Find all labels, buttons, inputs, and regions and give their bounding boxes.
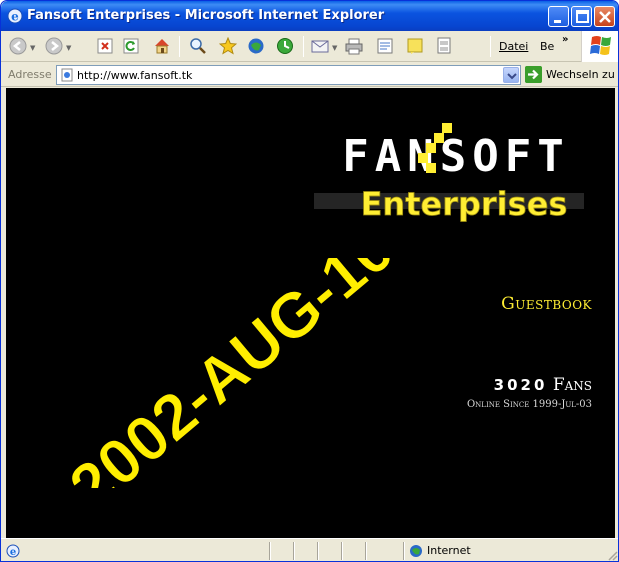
media-icon[interactable] [247, 37, 265, 55]
home-icon[interactable] [153, 37, 171, 55]
fans-count: 3020 [493, 376, 548, 394]
back-dropdown-icon[interactable]: ▼ [30, 44, 35, 52]
date-stamp-text: 2002-AUG-10 [56, 258, 407, 488]
fans-label: Fans [552, 375, 592, 395]
mail-icon[interactable] [311, 37, 329, 55]
status-separator [269, 542, 271, 560]
logo-bottom-text: Enterprises [361, 185, 568, 223]
maximize-button[interactable] [571, 6, 592, 27]
search-icon[interactable] [189, 37, 207, 55]
ie-logo-icon: e [7, 8, 23, 24]
toolbar-separator [490, 36, 491, 57]
back-icon[interactable] [9, 37, 27, 55]
windows-flag-icon [590, 36, 611, 55]
browser-window: e Fansoft Enterprises - Microsoft Intern… [0, 0, 619, 562]
logo-top-text: FANSOFT [342, 131, 569, 182]
close-button[interactable] [594, 6, 615, 27]
fans-counter: 3020 Fans [436, 375, 592, 395]
favorites-icon[interactable] [219, 37, 237, 55]
address-bar: Adresse Wechseln zu [1, 63, 618, 87]
print-icon[interactable] [345, 37, 363, 55]
fansoft-logo[interactable]: FANSOFT Enterprises [314, 118, 599, 228]
toolbar: ▼ ▼ ▼ Datei Be » [1, 31, 618, 62]
toolbar-separator [303, 36, 304, 57]
title-bar[interactable]: e Fansoft Enterprises - Microsoft Intern… [1, 1, 618, 31]
page-icon [61, 68, 73, 82]
go-button[interactable]: Wechseln zu [525, 65, 618, 85]
online-since: Online Since 1999-Jul-03 [466, 399, 592, 410]
maximize-icon [576, 10, 589, 23]
window-title: Fansoft Enterprises - Microsoft Internet… [27, 8, 385, 23]
history-icon[interactable] [276, 37, 294, 55]
menu-file[interactable]: Datei [499, 40, 528, 53]
status-separator [365, 542, 367, 560]
svg-text:e: e [10, 547, 16, 558]
refresh-icon[interactable] [122, 37, 140, 55]
security-zone-label: Internet [427, 544, 471, 557]
toolbar-separator [179, 36, 180, 57]
mail-dropdown-icon[interactable]: ▼ [332, 44, 337, 52]
svg-text:e: e [11, 10, 19, 24]
page-status-icon: e [6, 544, 20, 558]
status-separator [317, 542, 319, 560]
minimize-button[interactable] [548, 6, 569, 27]
status-separator [403, 542, 405, 560]
discuss-icon[interactable] [406, 37, 424, 55]
menu-edit[interactable]: Be [540, 40, 554, 53]
menu-overflow-chevron[interactable]: » [562, 34, 568, 45]
resize-grip-icon[interactable] [606, 549, 618, 561]
address-label: Adresse [8, 68, 52, 81]
status-separator [341, 542, 343, 560]
address-dropdown-button[interactable] [503, 67, 519, 83]
menu-file-label: Datei [499, 40, 529, 53]
guestbook-link[interactable]: Guestbook [482, 294, 592, 314]
edit-page-icon[interactable] [376, 37, 394, 55]
go-arrow-icon [525, 66, 542, 83]
windows-logo [581, 31, 618, 62]
page-content: FANSOFT Enterprises Guestbook 3020 Fans … [6, 88, 615, 538]
stop-icon[interactable] [96, 37, 114, 55]
status-separator [293, 542, 295, 560]
messenger-icon[interactable] [435, 37, 453, 55]
internet-zone-icon [410, 545, 422, 557]
go-label: Wechseln zu [546, 68, 615, 81]
date-stamp-overlay: 2002-AUG-10 [55, 258, 407, 488]
close-icon [599, 11, 611, 23]
address-field[interactable] [56, 65, 521, 85]
chevron-down-icon [507, 73, 517, 80]
forward-icon[interactable] [45, 37, 63, 55]
status-bar: e Internet [1, 538, 618, 561]
url-input[interactable] [77, 68, 497, 82]
minimize-icon [554, 20, 561, 23]
forward-dropdown-icon[interactable]: ▼ [66, 44, 71, 52]
